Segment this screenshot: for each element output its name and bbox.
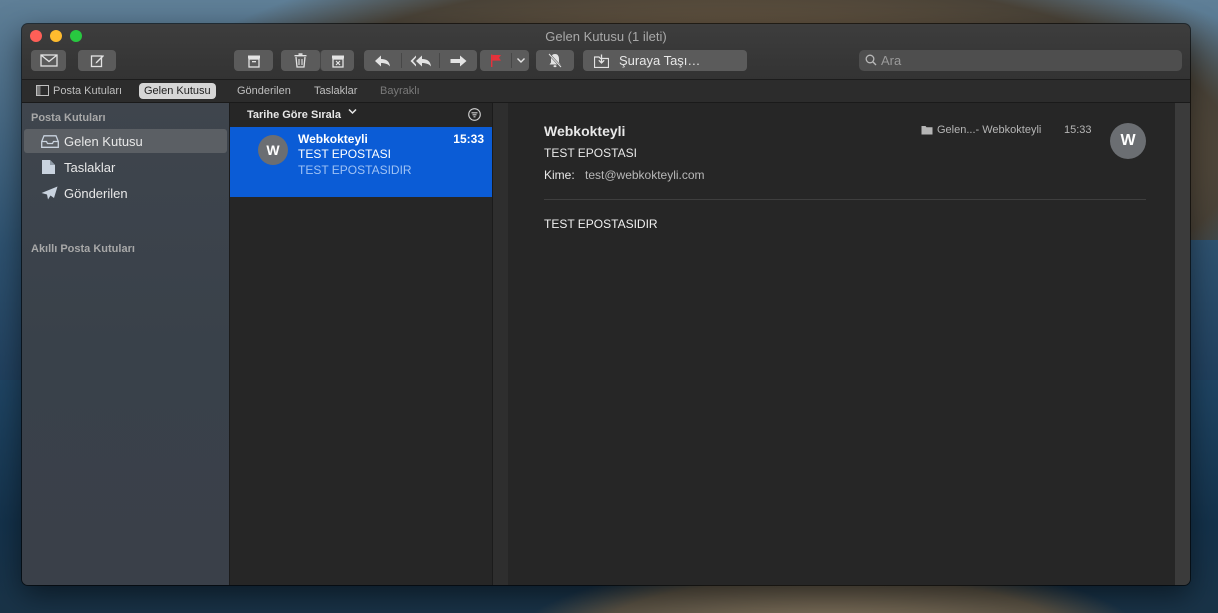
mail-window: Gelen Kutusu (1 ileti) Şuraya Taşı… Ara … bbox=[22, 24, 1190, 585]
message-time: 15:33 bbox=[453, 132, 484, 146]
reader-avatar: W bbox=[1110, 123, 1146, 159]
reply-all-button[interactable] bbox=[402, 50, 439, 71]
reader-recipient[interactable]: test@webkokteyli.com bbox=[585, 168, 705, 182]
header-divider bbox=[544, 199, 1146, 200]
junk-icon bbox=[331, 55, 344, 68]
chevron-down-icon bbox=[516, 58, 525, 63]
sidebar-section-smart-mailboxes: Akıllı Posta Kutuları bbox=[31, 243, 135, 255]
search-icon bbox=[865, 54, 877, 66]
favorites-mailboxes-label: Posta Kutuları bbox=[53, 85, 123, 97]
favorites-drafts-button[interactable]: Taslaklar bbox=[309, 83, 362, 99]
chevron-down-icon bbox=[348, 108, 357, 115]
reader-scrollbar[interactable] bbox=[1175, 103, 1190, 585]
window-title: Gelen Kutusu (1 ileti) bbox=[545, 29, 667, 44]
forward-button[interactable] bbox=[440, 50, 477, 71]
title-bar: Gelen Kutusu (1 ileti) Şuraya Taşı… Ara bbox=[22, 24, 1190, 80]
move-to-label: Şuraya Taşı… bbox=[619, 53, 701, 68]
sidebar-item-label: Gönderilen bbox=[64, 185, 128, 201]
message-preview: TEST EPOSTASIDIR bbox=[298, 163, 412, 177]
search-field[interactable] bbox=[859, 50, 1182, 71]
reader-sender: Webkokteyli bbox=[544, 123, 626, 139]
archive-button[interactable] bbox=[234, 50, 273, 71]
message-subject: TEST EPOSTASI bbox=[298, 147, 391, 161]
trash-icon bbox=[294, 53, 307, 68]
sidebar-item-label: Gelen Kutusu bbox=[64, 133, 143, 149]
get-mail-button[interactable] bbox=[31, 50, 66, 71]
favorites-mailboxes-button[interactable]: Posta Kutuları bbox=[31, 83, 127, 99]
message-row[interactable]: W Webkokteyli 15:33 TEST EPOSTASI TEST E… bbox=[230, 127, 492, 197]
sidebar-item-sent[interactable]: Gönderilen bbox=[24, 181, 227, 205]
delete-button[interactable] bbox=[281, 50, 320, 71]
envelope-icon bbox=[39, 54, 58, 67]
reader-mailbox-label: Gelen...- Webkokteyli bbox=[937, 124, 1042, 136]
sidebar-item-label: Taslaklar bbox=[64, 159, 116, 175]
reading-pane: Webkokteyli TEST EPOSTASI Kime: test@web… bbox=[508, 103, 1175, 585]
archive-icon bbox=[247, 55, 260, 68]
message-list: Tarihe Göre Sırala W Webkokteyli 15:33 T… bbox=[230, 103, 492, 585]
sent-icon bbox=[41, 185, 61, 201]
sort-bar: Tarihe Göre Sırala bbox=[230, 103, 492, 127]
folder-icon bbox=[921, 126, 933, 135]
sidebar-item-inbox[interactable]: Gelen Kutusu bbox=[24, 129, 227, 153]
pane-splitter[interactable] bbox=[492, 103, 509, 585]
draft-icon bbox=[41, 159, 61, 175]
reader-to-label: Kime: bbox=[544, 168, 575, 182]
message-sender: Webkokteyli bbox=[298, 132, 368, 146]
sort-button[interactable]: Tarihe Göre Sırala bbox=[247, 109, 341, 121]
favorites-flagged-button[interactable]: Bayraklı bbox=[375, 83, 425, 99]
reader-subject: TEST EPOSTASI bbox=[544, 146, 637, 160]
compose-icon bbox=[90, 55, 104, 68]
filter-icon[interactable] bbox=[468, 108, 481, 121]
forward-arrow-icon bbox=[450, 55, 467, 66]
sender-avatar: W bbox=[258, 135, 288, 165]
mute-button[interactable] bbox=[536, 50, 574, 71]
sidebar-toggle-icon bbox=[36, 85, 49, 96]
flag-icon bbox=[490, 54, 501, 67]
sidebar-section-mailboxes: Posta Kutuları bbox=[31, 112, 106, 124]
flag-button[interactable] bbox=[480, 50, 511, 71]
compose-button[interactable] bbox=[78, 50, 116, 71]
sidebar-item-drafts[interactable]: Taslaklar bbox=[24, 155, 227, 179]
favorites-bar: Posta Kutuları Gelen Kutusu Gönderilen T… bbox=[22, 80, 1190, 103]
bell-slash-icon bbox=[548, 53, 562, 68]
move-to-folder-icon bbox=[594, 54, 609, 68]
reply-group bbox=[364, 50, 477, 71]
reader-time: 15:33 bbox=[1064, 124, 1092, 136]
move-to-button[interactable]: Şuraya Taşı… bbox=[583, 50, 747, 71]
favorites-inbox-button[interactable]: Gelen Kutusu bbox=[139, 83, 216, 99]
junk-button[interactable] bbox=[320, 50, 354, 71]
inbox-icon bbox=[41, 133, 61, 149]
reply-icon bbox=[375, 55, 390, 66]
flag-menu-button[interactable] bbox=[512, 50, 529, 71]
reader-mailbox: Gelen...- Webkokteyli bbox=[921, 124, 1041, 136]
favorites-sent-button[interactable]: Gönderilen bbox=[232, 83, 296, 99]
message-body: TEST EPOSTASIDIR bbox=[544, 217, 658, 231]
sidebar: Posta Kutuları Gelen Kutusu Taslaklar Gö… bbox=[22, 103, 230, 585]
search-input[interactable] bbox=[881, 50, 1171, 71]
reply-all-icon bbox=[410, 55, 431, 66]
flag-group bbox=[480, 50, 529, 71]
reply-button[interactable] bbox=[364, 50, 401, 71]
